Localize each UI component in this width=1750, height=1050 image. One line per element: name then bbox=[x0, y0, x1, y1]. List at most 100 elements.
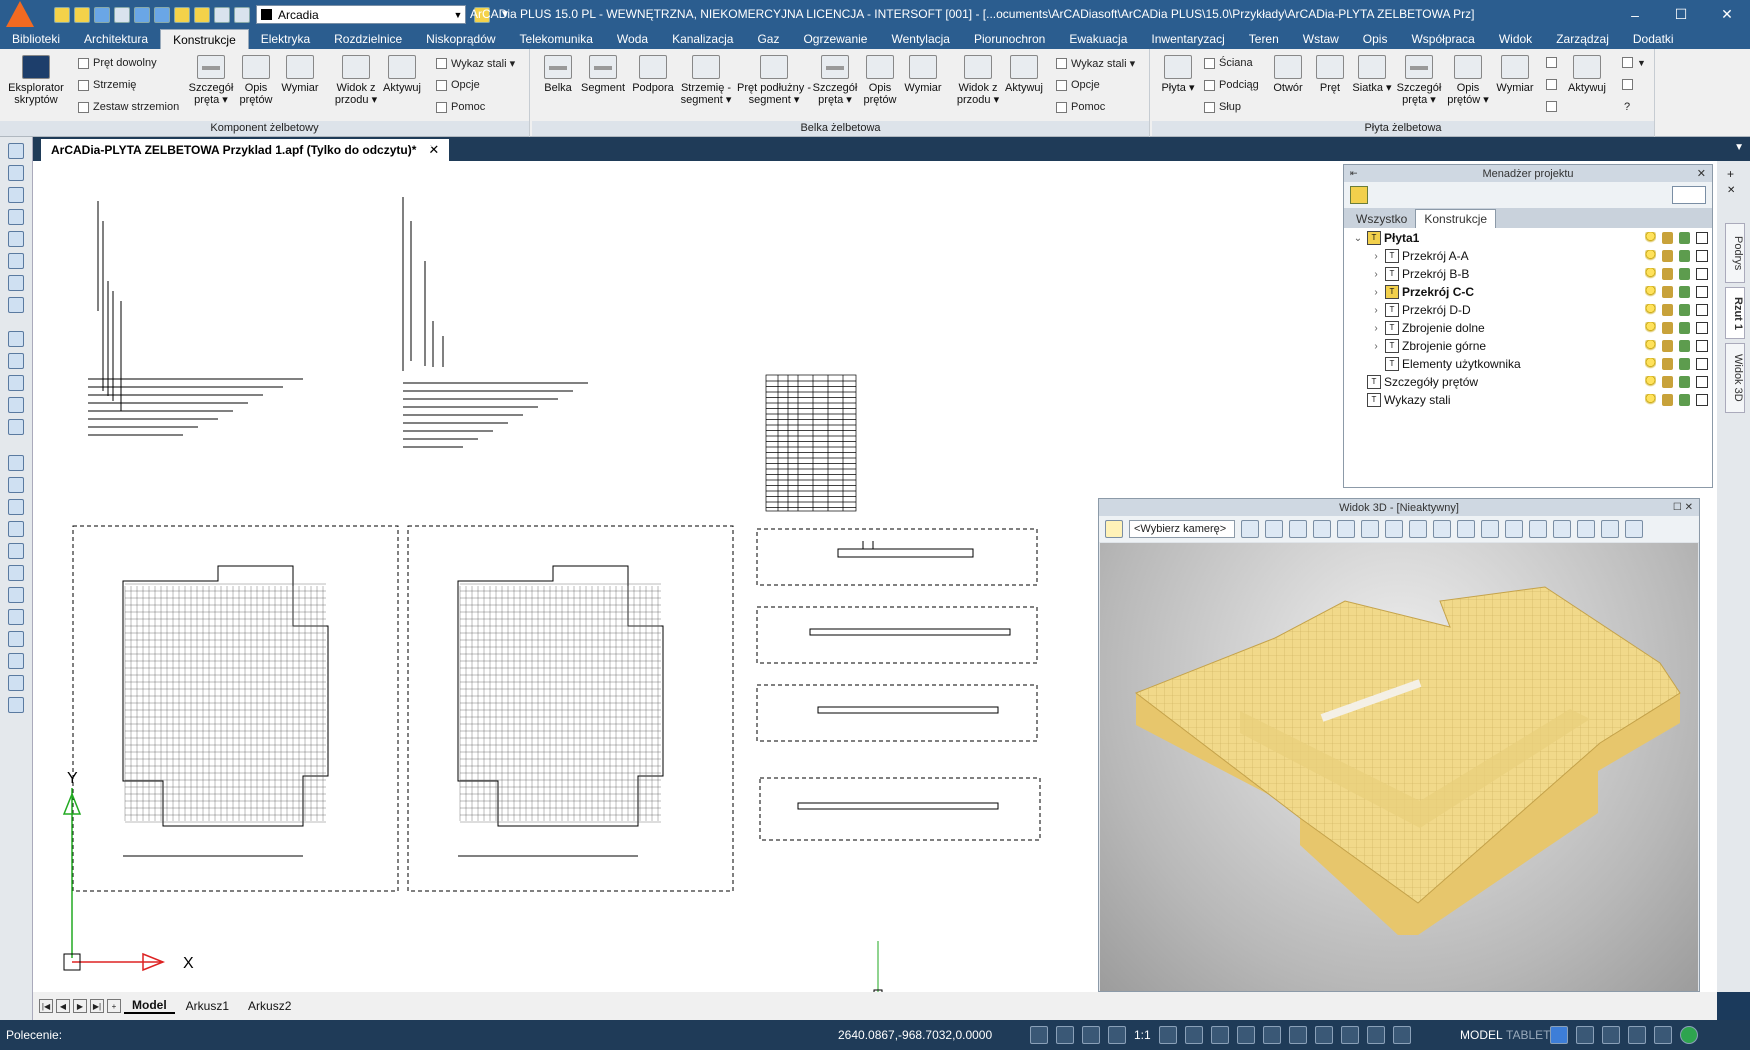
podciag-button[interactable]: Podciąg bbox=[1204, 79, 1259, 91]
menu-tab-biblioteki[interactable]: Biblioteki bbox=[0, 29, 72, 49]
wymiar-button[interactable]: Wymiar bbox=[900, 55, 946, 94]
hatch-icon[interactable] bbox=[8, 253, 24, 269]
filter-icon[interactable] bbox=[1241, 520, 1259, 538]
menu-tab-rozdzielnice[interactable]: Rozdzielnice bbox=[322, 29, 414, 49]
visibility-bulb-icon[interactable] bbox=[1645, 286, 1656, 298]
open-icon[interactable] bbox=[74, 6, 90, 23]
aktywuj-button[interactable]: Aktywuj bbox=[380, 55, 424, 94]
checkbox[interactable] bbox=[1696, 304, 1708, 316]
siatka-button[interactable]: Siatka ▾ bbox=[1350, 55, 1394, 94]
opis-pretow-button[interactable]: Opis prętów bbox=[236, 55, 276, 106]
eksplorator-skryptow-button[interactable]: Eksplorator skryptów bbox=[6, 55, 66, 106]
tree-item[interactable]: › T Przekrój B-B bbox=[1344, 265, 1712, 283]
user-icon[interactable] bbox=[1576, 1026, 1594, 1044]
layer-icon[interactable] bbox=[8, 209, 24, 225]
visibility-bulb-icon[interactable] bbox=[1645, 376, 1656, 388]
szczegol-preta-button[interactable]: Szczegół pręta ▾ bbox=[808, 55, 862, 106]
chevron-right-icon[interactable]: › bbox=[1370, 305, 1382, 316]
menu-tab-dodatki[interactable]: Dodatki bbox=[1621, 29, 1686, 49]
menu-tab-woda[interactable]: Woda bbox=[605, 29, 660, 49]
visibility-bulb-icon[interactable] bbox=[1645, 250, 1656, 262]
print-icon[interactable] bbox=[1679, 376, 1690, 388]
tree-item[interactable]: › T Zbrojenie górne bbox=[1344, 337, 1712, 355]
menu-tab-wsp-praca[interactable]: Współpraca bbox=[1399, 29, 1486, 49]
snap-icon[interactable] bbox=[1030, 1026, 1048, 1044]
menu-tab-telekomunika[interactable]: Telekomunika bbox=[508, 29, 605, 49]
chevron-right-icon[interactable]: › bbox=[1370, 269, 1382, 280]
side-tab-rzut-1[interactable]: Rzut 1 bbox=[1725, 287, 1745, 339]
checkbox[interactable] bbox=[1696, 358, 1708, 370]
close-panel-icon[interactable]: ✕ bbox=[1727, 185, 1735, 196]
pomoc-button[interactable]: Pomoc bbox=[436, 101, 485, 113]
close-button[interactable]: ✕ bbox=[1704, 0, 1750, 29]
menu-tab-architektura[interactable]: Architektura bbox=[72, 29, 160, 49]
print-icon[interactable] bbox=[1679, 232, 1690, 244]
opis-pretow-button[interactable]: Opis prętów bbox=[860, 55, 900, 106]
menu-tab-inwentaryzacj[interactable]: Inwentaryzacj bbox=[1139, 29, 1236, 49]
prev-layout-icon[interactable]: ◀ bbox=[56, 999, 70, 1013]
print-icon[interactable] bbox=[1679, 304, 1690, 316]
tree-item[interactable]: T Wykazy stali bbox=[1344, 391, 1712, 409]
checkbox[interactable] bbox=[1696, 322, 1708, 334]
lineweight-icon[interactable] bbox=[1262, 1026, 1281, 1044]
opcje-button[interactable]: Opcje bbox=[1056, 79, 1100, 91]
tree-item[interactable]: › T Przekrój C-C bbox=[1344, 283, 1712, 301]
annotation-icon[interactable] bbox=[1158, 1026, 1177, 1044]
visibility-bulb-icon[interactable] bbox=[1645, 232, 1656, 244]
view-3d-icon[interactable] bbox=[1577, 520, 1595, 538]
lock-icon[interactable] bbox=[1662, 250, 1673, 262]
pret-button[interactable]: Pręt bbox=[1308, 55, 1352, 94]
line-icon[interactable] bbox=[8, 455, 24, 471]
plyta-button[interactable]: Płyta ▾ bbox=[1156, 55, 1200, 94]
lock-icon[interactable] bbox=[1662, 376, 1673, 388]
view-icon[interactable] bbox=[8, 419, 24, 435]
widok-z-przodu-button[interactable]: Widok z przodu ▾ bbox=[952, 55, 1004, 106]
polar-icon[interactable] bbox=[1108, 1026, 1126, 1044]
hide-icon[interactable] bbox=[1625, 520, 1643, 538]
camera-target-icon[interactable] bbox=[1529, 520, 1547, 538]
strzemie-segment-button[interactable]: Strzemię - segment ▾ bbox=[676, 55, 736, 106]
arc-icon[interactable] bbox=[8, 631, 24, 647]
wykaz-stali-button[interactable]: Wykaz stali ▾ bbox=[1056, 57, 1135, 70]
checkbox[interactable] bbox=[1696, 376, 1708, 388]
rect-icon[interactable] bbox=[8, 565, 24, 581]
checkbox[interactable] bbox=[1696, 340, 1708, 352]
frame-icon[interactable] bbox=[8, 275, 24, 291]
camera-move-icon[interactable] bbox=[1265, 520, 1283, 538]
grid-icon[interactable] bbox=[1056, 1026, 1074, 1044]
tree-item[interactable]: › T Przekrój D-D bbox=[1344, 301, 1712, 319]
chevron-right-icon[interactable]: › bbox=[1370, 287, 1382, 298]
layout-tab-model[interactable]: Model bbox=[124, 998, 175, 1014]
stamp3-button[interactable] bbox=[1546, 101, 1557, 112]
export-button[interactable]: ▼ bbox=[1622, 57, 1646, 68]
help-button[interactable]: ? bbox=[1624, 101, 1630, 113]
otwor-button[interactable]: Otwór bbox=[1266, 55, 1310, 94]
side-tab-widok-3d[interactable]: Widok 3D bbox=[1725, 343, 1745, 413]
print-icon[interactable] bbox=[1679, 268, 1690, 280]
tree-item[interactable]: › T Zbrojenie dolne bbox=[1344, 319, 1712, 337]
aktywuj-button[interactable]: Aktywuj bbox=[1002, 55, 1046, 94]
view-front-icon[interactable] bbox=[1481, 520, 1499, 538]
add-panel-icon[interactable]: + bbox=[1727, 167, 1734, 181]
layer-freeze-icon[interactable] bbox=[214, 6, 230, 23]
slup-button[interactable]: Słup bbox=[1204, 101, 1241, 113]
last-layout-icon[interactable]: ▶| bbox=[90, 999, 104, 1013]
tree-item[interactable]: › T Przekrój A-A bbox=[1344, 247, 1712, 265]
scale-readout[interactable]: 1:1 bbox=[1134, 1028, 1151, 1042]
next-layout-icon[interactable]: ▶ bbox=[73, 999, 87, 1013]
walk-icon[interactable] bbox=[1361, 520, 1379, 538]
checkbox[interactable] bbox=[1696, 250, 1708, 262]
checkbox[interactable] bbox=[1696, 286, 1708, 298]
select-icon[interactable] bbox=[8, 143, 24, 159]
chevron-down-icon[interactable]: ⌄ bbox=[1352, 233, 1364, 244]
wykaz-stali-button[interactable]: Wykaz stali ▾ bbox=[436, 57, 515, 70]
checkbox[interactable] bbox=[1696, 268, 1708, 280]
belka-button[interactable]: Belka bbox=[536, 55, 580, 94]
chevron-right-icon[interactable]: › bbox=[1370, 251, 1382, 262]
aktywuj-button[interactable]: Aktywuj bbox=[1564, 55, 1610, 94]
region-icon[interactable] bbox=[8, 675, 24, 691]
tree-item[interactable]: T Elementy użytkownika bbox=[1344, 355, 1712, 373]
monitor-icon[interactable] bbox=[1602, 1026, 1620, 1044]
horizontal-icon[interactable] bbox=[8, 499, 24, 515]
menu-icon[interactable] bbox=[1392, 1026, 1411, 1044]
